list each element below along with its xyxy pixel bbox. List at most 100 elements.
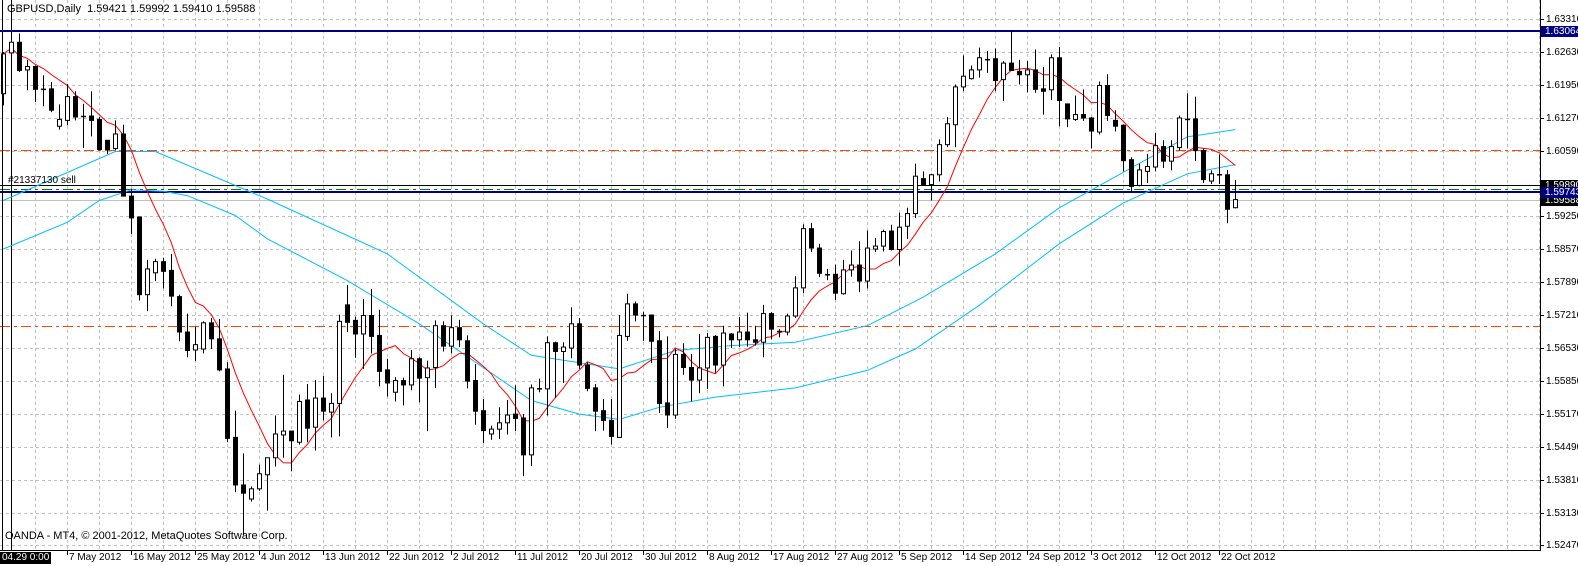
candle-bullish[interactable] [673,349,678,419]
candle-bearish[interactable] [137,216,142,301]
candle-bearish[interactable] [857,241,862,293]
candle-bearish[interactable] [1057,47,1062,127]
candle-bearish[interactable] [649,314,654,364]
candle-bullish[interactable] [961,55,966,92]
candle-bullish[interactable] [617,315,622,438]
candle-bullish[interactable] [425,360,430,432]
candle-bearish[interactable] [1033,49,1038,93]
candle-bullish[interactable] [1233,180,1238,209]
candle-bearish[interactable] [809,222,814,252]
candle-bullish[interactable] [433,320,438,388]
candle-bearish[interactable] [593,383,598,432]
candle-bullish[interactable] [825,268,830,281]
candle-bearish[interactable] [1105,74,1110,121]
candle-bearish[interactable] [169,253,174,307]
candle-bullish[interactable] [361,299,366,369]
candle-bullish[interactable] [721,325,726,387]
candle-bullish[interactable] [1097,81,1102,135]
candle-bearish[interactable] [681,343,686,375]
candle-bearish[interactable] [225,362,230,443]
candle-bearish[interactable] [657,331,662,414]
candle-bullish[interactable] [497,407,502,439]
candle-bearish[interactable] [713,334,718,373]
chart-area[interactable]: GBPUSD,Daily 1.59421 1.59992 1.59410 1.5… [0,0,1540,550]
candle-bullish[interactable] [1025,61,1030,93]
candle-bearish[interactable] [17,33,22,72]
candle-bullish[interactable] [273,415,278,467]
candle-bearish[interactable] [1009,30,1014,71]
candle-bearish[interactable] [209,317,214,350]
candle-bearish[interactable] [289,430,294,472]
candle-bullish[interactable] [529,384,534,467]
candle-bearish[interactable] [233,410,238,493]
candle-bearish[interactable] [457,319,462,348]
candle-bullish[interactable] [929,173,934,201]
candle-bearish[interactable] [921,171,926,185]
candle-bearish[interactable] [321,375,326,421]
candle-bullish[interactable] [1217,154,1222,184]
candle-bearish[interactable] [177,294,182,342]
candle-bearish[interactable] [441,321,446,352]
candle-bullish[interactable] [761,304,766,358]
candle-bearish[interactable] [417,357,422,403]
candle-bullish[interactable] [145,259,150,312]
price-chart[interactable] [0,0,1540,550]
candle-bullish[interactable] [561,342,566,384]
candle-bullish[interactable] [785,313,790,336]
candle-bullish[interactable] [81,103,86,149]
candle-bullish[interactable] [409,350,414,391]
candle-bullish[interactable] [313,380,318,451]
candle-bearish[interactable] [465,335,470,389]
candle-bearish[interactable] [1129,157,1134,192]
candle-bearish[interactable] [577,317,582,369]
candle-bearish[interactable] [377,309,382,387]
candle-bullish[interactable] [569,307,574,359]
candle-bearish[interactable] [97,116,102,151]
candle-bearish[interactable] [481,399,486,444]
candle-bullish[interactable] [9,40,14,61]
candle-bearish[interactable] [385,358,390,397]
candle-bearish[interactable] [689,353,694,402]
candle-bullish[interactable] [1185,93,1190,149]
candle-bullish[interactable] [985,50,990,73]
candle-bearish[interactable] [769,312,774,340]
candle-bullish[interactable] [65,83,70,126]
candle-bearish[interactable] [833,264,838,300]
candle-bearish[interactable] [185,313,190,358]
candle-bullish[interactable] [153,258,158,282]
candle-bearish[interactable] [753,325,758,346]
candle-bearish[interactable] [121,124,126,197]
candle-bullish[interactable] [393,377,398,402]
candle-bearish[interactable] [601,399,606,431]
candle-bearish[interactable] [553,341,558,399]
candle-bullish[interactable] [705,333,710,389]
candle-bearish[interactable] [1113,110,1118,132]
candle-bullish[interactable] [849,250,854,277]
candle-bullish[interactable] [1153,133,1158,172]
candle-bearish[interactable] [1201,148,1206,184]
candle-bullish[interactable] [41,75,46,107]
candle-bullish[interactable] [905,207,910,239]
candle-bearish[interactable] [161,257,166,289]
candle-bullish[interactable] [281,374,286,458]
candle-bearish[interactable] [665,336,670,429]
candle-bullish[interactable] [265,457,270,511]
candle-bearish[interactable] [345,284,350,333]
candle-bullish[interactable] [841,259,846,295]
candle-bearish[interactable] [745,312,750,347]
candle-bullish[interactable] [881,229,886,252]
candle-bullish[interactable] [545,336,550,416]
candle-bearish[interactable] [369,288,374,354]
candle-bearish[interactable] [49,82,54,113]
candle-bullish[interactable] [801,224,806,294]
candle-bullish[interactable] [1049,54,1054,100]
candle-bullish[interactable] [737,316,742,348]
candle-bullish[interactable] [945,116,950,148]
candle-bearish[interactable] [129,188,134,234]
candle-bullish[interactable] [1001,61,1006,101]
candle-bullish[interactable] [257,464,262,491]
candle-bullish[interactable] [897,212,902,266]
candle-bearish[interactable] [353,316,358,358]
candle-bearish[interactable] [889,224,894,251]
candle-bearish[interactable] [633,301,638,322]
